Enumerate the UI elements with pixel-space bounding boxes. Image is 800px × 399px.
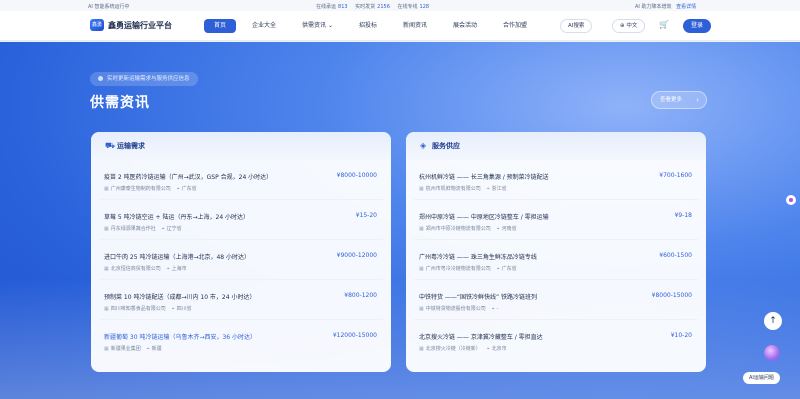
location-icon: ⌖ [486,346,490,352]
company-icon: ▦ [104,186,109,192]
location-icon: ⌖ [491,306,495,312]
location-icon: ⌖ [496,226,500,232]
section-title: 供需资讯 [90,95,150,111]
card-title: 运输需求 [117,142,145,150]
live-dot-icon [98,75,103,81]
main-navbar: 鑫勇 鑫勇运输行业平台 首页 企业大全 供需资讯 ⌄ 招投标 新闻资讯 展会活动… [0,11,800,41]
diamond-icon: ◈ [420,141,427,150]
nav-item-bidding[interactable]: 招投标 [349,19,387,33]
location-icon: ⌖ [146,346,150,352]
cart-icon[interactable]: 🛒 [659,20,669,29]
company-icon: ▦ [419,226,424,232]
company-icon: ▦ [104,226,109,232]
list-item[interactable]: 草莓 5 吨冷链空运 + 陆运（丹东→上海，24 小时达） ¥15-20 ▦ 丹东… [99,204,383,240]
card-header: ⛟ 运输需求 [91,132,391,160]
list-item[interactable]: 预制菜 10 吨冷链配送（成都→川内 10 市，24 小时达） ¥800-120… [99,284,383,320]
company-icon: ▦ [419,186,424,192]
company-icon: ▦ [419,306,424,312]
list-item[interactable]: 中铁特货 ——“国铁冷鲜快线” 铁路冷链班列 ¥8000-15000 ▦ 中铁特货… [414,284,698,320]
ai-assistant-orb-icon[interactable] [764,345,780,361]
nav-item-news[interactable]: 新闻资讯 [393,19,437,33]
login-button[interactable]: 登录 [683,19,712,33]
view-more-button[interactable]: 查看更多 › [651,91,707,109]
nav-item-home[interactable]: 首页 [204,19,237,33]
location-icon: ⌖ [496,266,500,272]
company-icon: ▦ [104,346,109,352]
side-floating-icon[interactable] [786,195,796,205]
nav-item-supply-demand[interactable]: 供需资讯 ⌄ [292,19,343,33]
list-item[interactable]: 疫苗 2 吨医药冷链运输（广州→武汉，GSP 合规，24 小时达） ¥8000-… [99,164,383,200]
location-icon: ⌖ [171,306,175,312]
service-supply-card: ◈ 服务供应 杭州机鲜冷链 —— 长三角集源 / 预制菜冷链配送 ¥700-16… [406,132,706,372]
company-icon: ▦ [104,266,109,272]
location-icon: ⌖ [176,186,180,192]
list-item[interactable]: 北京搜火冷链 —— 京津冀冷藏整车 / 零担直达 ¥10-20 ▦ 北京搜火冷链（… [414,324,698,360]
site-name: 鑫勇运输行业平台 [108,20,172,30]
stat-online-carriers: 在线承运 813 [316,4,348,10]
company-icon: ▦ [419,266,424,272]
location-icon: ⌖ [161,226,165,232]
list-item[interactable]: 杭州机鲜冷链 —— 长三角集源 / 预制菜冷链配送 ¥700-1600 ▦ 杭州市… [414,164,698,200]
top-info-bar: AI 智能系统运行中 在线承运 813 实时发货 2156 在线专线 128 AI 助… [0,0,800,11]
list-item[interactable]: 新疆葡萄 30 吨冷链运输（乌鲁木齐→西安，36 小时达） ¥12000-150… [99,324,383,360]
chevron-right-icon: › [696,96,699,104]
card-header: ◈ 服务供应 [406,132,706,160]
view-details-link[interactable]: 查看详情 [676,4,696,10]
location-icon: ⌖ [486,186,490,192]
truck-icon: ⛟ [105,141,116,150]
list-item[interactable]: 郑州中原冷链 —— 中原地区冷链整车 / 零担运输 ¥9-18 ▦ 郑州市中原冷链… [414,204,698,240]
nav-item-companies[interactable]: 企业大全 [242,19,286,33]
company-icon: ▦ [104,306,109,312]
ai-assistant-button[interactable]: AI运输问题 [743,372,780,384]
back-to-top-button[interactable]: ↑ [764,312,782,330]
transport-demand-card: ⛟ 运输需求 疫苗 2 吨医药冷链运输（广州→武汉，GSP 合规，24 小时达）… [91,132,391,372]
ai-search-button[interactable]: AI搜索 [560,19,593,33]
location-icon: ⌖ [166,266,170,272]
language-switch[interactable]: ⊕ 中文 [612,19,646,33]
logo-icon: 鑫勇 [90,19,104,31]
platform-stats: 在线承运 813 实时发货 2156 在线专线 128 [316,3,435,10]
company-icon: ▦ [419,346,424,352]
list-item[interactable]: 广州粤冷冷链 —— 珠三角生鲜冻品冷链专线 ¥600-1500 ▦ 广州市粤冷冷链… [414,244,698,280]
list-item[interactable]: 进口牛肉 25 吨冷链运输（上海港→北京，48 小时达） ¥9000-12000… [99,244,383,280]
card-title: 服务供应 [432,142,460,150]
nav-item-partnership[interactable]: 合作加盟 [493,19,537,33]
globe-icon: ⊕ [620,23,625,29]
system-status-text: AI 智能系统运行中 [88,4,130,10]
site-logo[interactable]: 鑫勇 鑫勇运输行业平台 [90,19,172,31]
nav-item-exhibitions[interactable]: 展会活动 [443,19,487,33]
nav-menu: 首页 企业大全 供需资讯 ⌄ 招投标 新闻资讯 展会活动 合作加盟 [204,19,543,33]
stat-live-shipments: 实时发货 2156 [355,4,390,10]
stat-online-lines: 在线专线 128 [397,4,430,10]
promo-text: AI 助力降本增效 查看详情 [635,4,697,10]
realtime-update-badge: 实时更新运输需求与服务供应信息 [90,72,198,86]
